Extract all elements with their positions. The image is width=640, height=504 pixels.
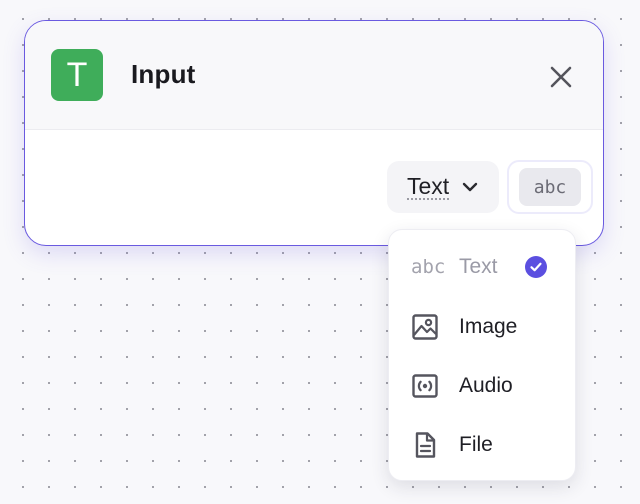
input-type-select[interactable]: Text [387, 161, 499, 213]
check-icon [525, 256, 547, 278]
node-header: T Input [25, 21, 603, 130]
input-type-label: Text [407, 173, 450, 200]
option-label: File [459, 433, 493, 456]
file-icon [411, 431, 447, 459]
image-icon [411, 313, 447, 341]
dropdown-option-file[interactable]: File [389, 420, 575, 470]
option-label: Text [459, 255, 498, 278]
dropdown-option-image[interactable]: Image [389, 302, 575, 352]
option-label: Audio [459, 374, 513, 397]
close-icon [550, 66, 572, 88]
dropdown-option-text[interactable]: abc Text [389, 242, 575, 292]
node-title: Input [131, 59, 196, 89]
chevron-down-icon [461, 181, 479, 193]
input-node[interactable]: T Input Text abc [24, 20, 604, 246]
node-type-icon: T [51, 49, 103, 101]
audio-icon [411, 372, 447, 400]
option-label: Image [459, 315, 518, 338]
type-badge-button[interactable]: abc [507, 160, 593, 214]
type-badge: abc [519, 168, 581, 206]
close-button[interactable] [545, 61, 577, 93]
node-icon-letter: T [66, 55, 88, 94]
text-type-icon: abc [411, 256, 446, 278]
input-type-dropdown: abc Text Image Audio File [388, 229, 576, 481]
dropdown-option-audio[interactable]: Audio [389, 361, 575, 411]
